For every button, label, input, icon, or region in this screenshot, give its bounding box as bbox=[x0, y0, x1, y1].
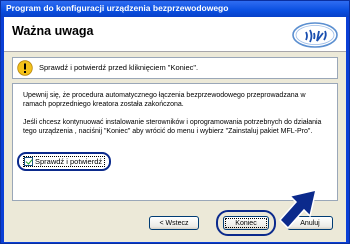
page-title: Ważna uwaga bbox=[12, 24, 94, 38]
warning-text: Sprawdź i potwierdź przed kliknięciem "K… bbox=[39, 63, 199, 72]
checkbox-highlight bbox=[17, 152, 111, 171]
wizard-header: Ważna uwaga bbox=[4, 17, 346, 52]
info-paragraph-2: Jeśli chcesz kontynuować instalowanie st… bbox=[23, 119, 322, 135]
wizard-window: Program do konfiguracji urządzenia bezpr… bbox=[0, 0, 350, 244]
info-paragraph-1: Upewnij się, że procedura automatycznego… bbox=[23, 92, 306, 108]
title-bar[interactable]: Program do konfiguracji urządzenia bezpr… bbox=[1, 1, 349, 17]
warning-icon bbox=[17, 60, 33, 76]
back-button[interactable]: < Wstecz bbox=[149, 216, 199, 230]
dialog-body: Ważna uwaga Sprawdź i potwierdź przed kl… bbox=[4, 17, 346, 242]
pointer-arrow-icon bbox=[278, 188, 318, 230]
wifi-icon bbox=[292, 22, 338, 48]
warning-banner: Sprawdź i potwierdź przed kliknięciem "K… bbox=[12, 57, 338, 79]
window-title: Program do konfiguracji urządzenia bezpr… bbox=[6, 3, 229, 13]
